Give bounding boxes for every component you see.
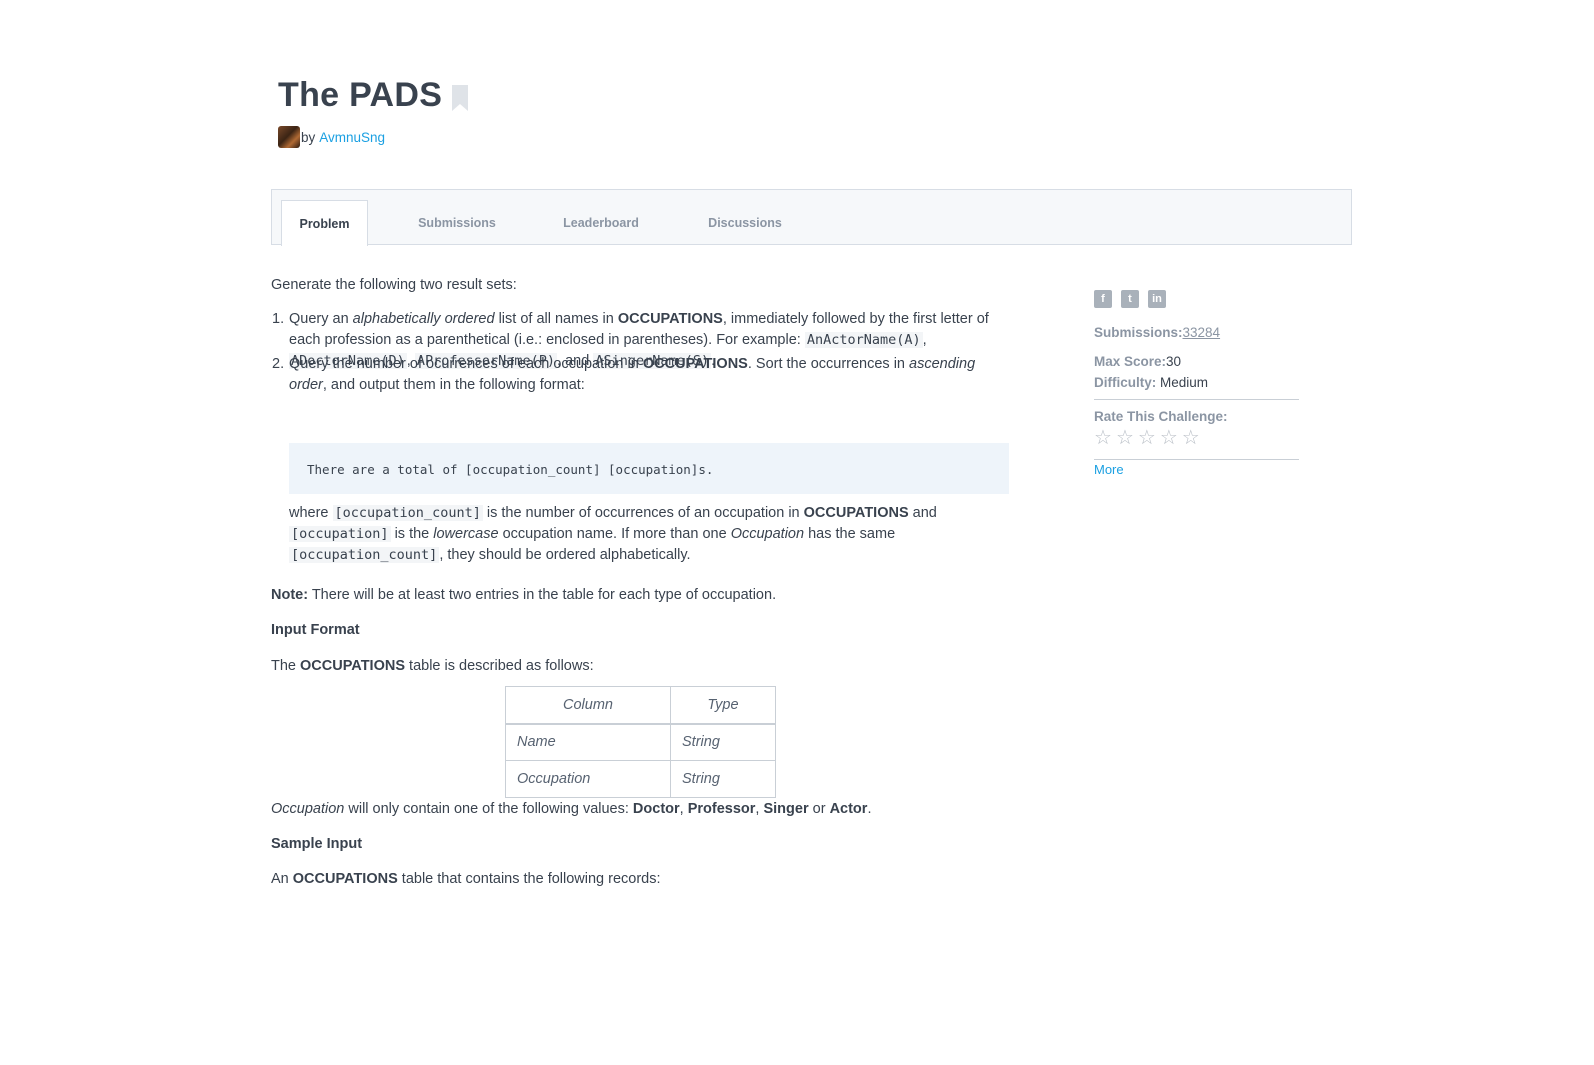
tab-problem[interactable]: Problem	[281, 200, 368, 246]
table-row: Occupation String	[505, 760, 776, 798]
tab-leaderboard[interactable]: Leaderboard	[556, 200, 646, 246]
table-cell: String	[670, 723, 776, 761]
by-label: by	[301, 129, 316, 145]
bookmark-icon[interactable]	[452, 84, 469, 111]
author-link[interactable]: AvmnuSng	[319, 130, 385, 145]
social-share: f t in	[1094, 290, 1299, 308]
challenge-header: The PADS	[278, 76, 469, 115]
table-cell: String	[670, 760, 776, 798]
star-icon[interactable]: ☆	[1182, 428, 1200, 448]
star-icon[interactable]: ☆	[1160, 428, 1178, 448]
table-cell: Occupation	[505, 760, 671, 798]
twitter-icon[interactable]: t	[1121, 290, 1139, 308]
author-info: by AvmnuSng	[278, 126, 385, 148]
schema-table: Column Type Name String Occupation Strin…	[505, 686, 776, 798]
where-text: where [occupation_count] is the number o…	[289, 505, 937, 563]
more-link[interactable]: More	[1094, 462, 1124, 477]
difficulty-stat: Difficulty: Medium	[1094, 375, 1209, 390]
tab-discussions[interactable]: Discussions	[702, 200, 788, 246]
star-icon[interactable]: ☆	[1094, 428, 1112, 448]
rating-stars: ☆ ☆ ☆ ☆ ☆	[1094, 428, 1200, 448]
linkedin-icon[interactable]: in	[1148, 290, 1166, 308]
submissions-stat: Submissions:33284	[1094, 325, 1221, 340]
facebook-icon[interactable]: f	[1094, 290, 1112, 308]
rate-label: Rate This Challenge:	[1094, 409, 1228, 424]
table-header-row: Column Type	[505, 686, 776, 725]
submissions-count-link[interactable]: 33284	[1183, 325, 1221, 340]
sample-description: An OCCUPATIONS table that contains the f…	[271, 871, 661, 887]
note-text: Note: There will be at least two entries…	[271, 587, 777, 603]
avatar[interactable]	[278, 126, 300, 148]
divider	[1094, 399, 1299, 400]
list-item: 2. Query the number of ocurrences of eac…	[272, 356, 976, 393]
occupation-values-text: Occupation will only contain one of the …	[271, 801, 872, 817]
sample-input-heading: Sample Input	[271, 836, 363, 852]
tab-bar: Problem Submissions Leaderboard Discussi…	[271, 189, 1352, 246]
star-icon[interactable]: ☆	[1116, 428, 1134, 448]
divider	[1094, 459, 1299, 460]
tab-submissions[interactable]: Submissions	[412, 200, 502, 246]
table-cell: Name	[505, 723, 671, 761]
page-title: The PADS	[278, 76, 443, 114]
table-description: The OCCUPATIONS table is described as fo…	[271, 658, 594, 674]
input-format-heading: Input Format	[271, 622, 360, 638]
table-row: Name String	[505, 723, 776, 761]
challenge-sidebar: f t in Submissions:33284 Max Score:30 Di…	[1094, 290, 1299, 477]
max-score-stat: Max Score:30	[1094, 354, 1182, 369]
column-header: Type	[670, 686, 776, 725]
intro-text: Generate the following two result sets:	[271, 277, 517, 293]
star-icon[interactable]: ☆	[1138, 428, 1156, 448]
column-header: Column	[505, 686, 671, 725]
output-format-code: There are a total of [occupation_count] …	[289, 443, 1009, 494]
